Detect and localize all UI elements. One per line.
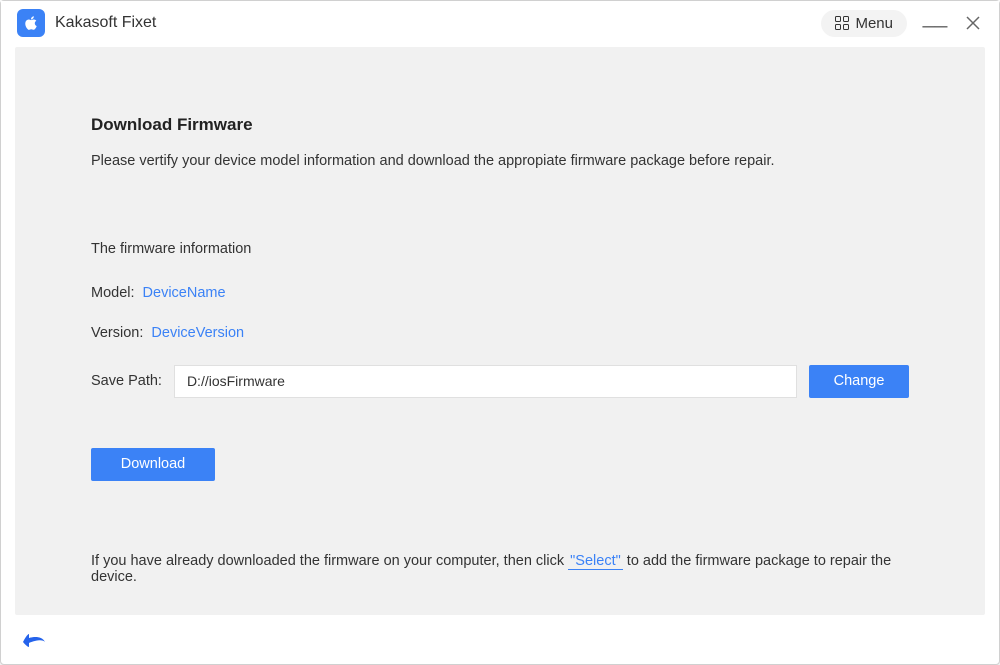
close-icon bbox=[965, 15, 981, 31]
version-label: Version: bbox=[91, 325, 143, 341]
menu-button[interactable]: Menu bbox=[821, 10, 907, 37]
back-button[interactable] bbox=[21, 630, 47, 655]
save-path-label: Save Path: bbox=[91, 373, 162, 389]
menu-label: Menu bbox=[855, 15, 893, 32]
page-title: Download Firmware bbox=[91, 115, 909, 135]
apple-icon bbox=[22, 14, 40, 32]
model-row: Model: DeviceName bbox=[91, 285, 909, 301]
bottom-text-1: If you have already downloaded the firmw… bbox=[91, 553, 568, 569]
app-title: Kakasoft Fixet bbox=[55, 14, 156, 32]
back-arrow-icon bbox=[21, 630, 47, 650]
content-area: Download Firmware Please vertify your de… bbox=[15, 47, 985, 615]
version-row: Version: DeviceVersion bbox=[91, 325, 909, 341]
app-window: Kakasoft Fixet Menu __ Download Firmware… bbox=[0, 0, 1000, 665]
grid-icon bbox=[835, 16, 849, 30]
save-path-input[interactable] bbox=[174, 365, 797, 398]
change-button[interactable]: Change bbox=[809, 365, 909, 398]
footer bbox=[1, 621, 999, 665]
save-path-row: Save Path: Change bbox=[91, 365, 909, 398]
version-value: DeviceVersion bbox=[151, 325, 244, 341]
titlebar-controls: Menu __ bbox=[821, 10, 983, 37]
select-link[interactable]: "Select" bbox=[568, 553, 623, 570]
bottom-hint: If you have already downloaded the firmw… bbox=[91, 553, 909, 585]
model-value: DeviceName bbox=[143, 285, 226, 301]
page-subtitle: Please vertify your device model informa… bbox=[91, 153, 909, 169]
titlebar: Kakasoft Fixet Menu __ bbox=[1, 1, 999, 47]
download-button[interactable]: Download bbox=[91, 448, 215, 481]
app-logo bbox=[17, 9, 45, 37]
close-button[interactable] bbox=[963, 13, 983, 33]
minimize-button[interactable]: __ bbox=[925, 6, 945, 26]
model-label: Model: bbox=[91, 285, 135, 301]
firmware-info-title: The firmware information bbox=[91, 241, 909, 257]
